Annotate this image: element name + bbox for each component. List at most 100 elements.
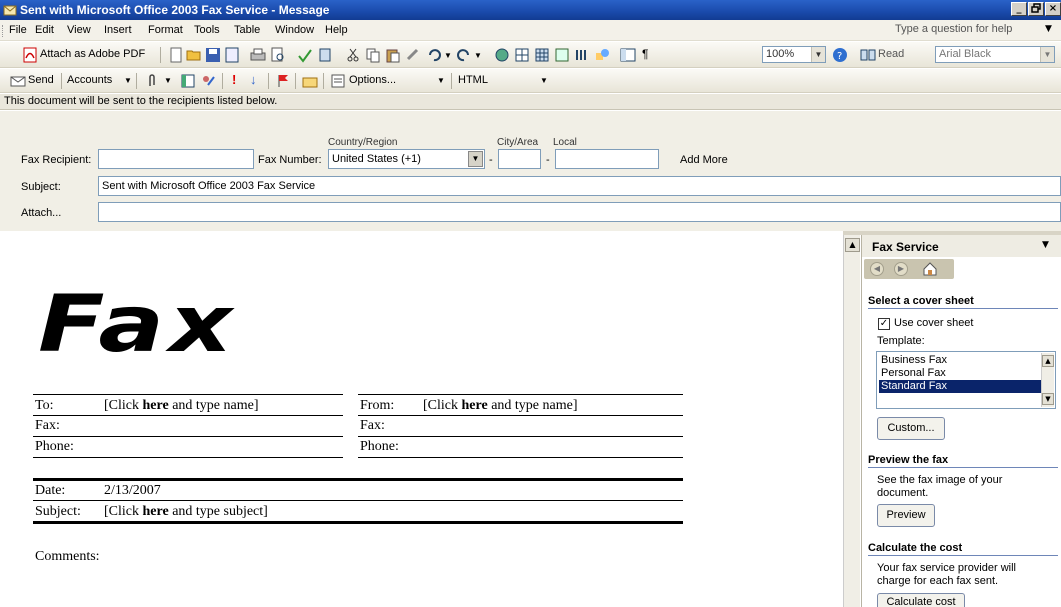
zoom-combo[interactable]: 100% ▼: [762, 46, 826, 63]
format-painter-icon[interactable]: [405, 47, 421, 63]
attach-as-pdf-button[interactable]: Attach as Adobe PDF: [40, 48, 145, 60]
columns-icon[interactable]: [574, 47, 590, 63]
standard-toolbar: Attach as Adobe PDF ▼ ▼ ¶ 100% ▼ ? Read A…: [0, 42, 1061, 68]
paste-icon[interactable]: [385, 47, 401, 63]
preview-description-2: document.: [877, 487, 929, 499]
template-listbox[interactable]: Business Fax Personal Fax Standard Fax ▲…: [876, 351, 1056, 409]
preview-description: See the fax image of your: [877, 474, 1003, 486]
low-importance-icon[interactable]: ↓: [250, 72, 257, 87]
country-select[interactable]: United States (+1) ▼: [328, 149, 485, 169]
document-scrollbar[interactable]: ▲: [843, 235, 860, 607]
format-dropdown-icon[interactable]: ▼: [540, 76, 548, 85]
cut-icon[interactable]: [345, 47, 361, 63]
accounts-button[interactable]: Accounts: [67, 74, 112, 86]
new-document-icon[interactable]: [168, 47, 184, 63]
check-names-icon[interactable]: [200, 73, 216, 89]
attach-dropdown-icon[interactable]: ▼: [164, 76, 172, 85]
to-field[interactable]: [Click here and type name]: [104, 398, 258, 414]
local-number-input[interactable]: [555, 149, 659, 169]
options-icon[interactable]: [330, 73, 346, 89]
menu-table[interactable]: Table: [234, 24, 260, 36]
spelling-icon[interactable]: [297, 47, 313, 63]
scroll-up-arrow-icon[interactable]: ▲: [845, 238, 860, 252]
paperclip-icon[interactable]: [144, 73, 160, 89]
send-envelope-icon[interactable]: [10, 73, 26, 89]
date-value[interactable]: 2/13/2007: [104, 483, 161, 499]
research-icon[interactable]: [318, 47, 334, 63]
help-search-box[interactable]: Type a question for help: [895, 23, 1045, 38]
scroll-down-arrow-icon[interactable]: ▼: [1042, 393, 1054, 405]
tables-borders-icon[interactable]: [514, 47, 530, 63]
menu-insert[interactable]: Insert: [104, 24, 132, 36]
redo-icon[interactable]: [456, 47, 472, 63]
menu-help[interactable]: Help: [325, 24, 348, 36]
menu-window[interactable]: Window: [275, 24, 314, 36]
menu-edit[interactable]: Edit: [35, 24, 54, 36]
high-importance-icon[interactable]: !: [232, 72, 236, 87]
drawing-icon[interactable]: [594, 47, 610, 63]
chevron-down-icon[interactable]: ▼: [468, 151, 483, 167]
subject-field[interactable]: [Click here and type subject]: [104, 504, 268, 520]
permission-icon[interactable]: [224, 47, 240, 63]
city-area-input[interactable]: [498, 149, 541, 169]
fax-recipient-input[interactable]: [98, 149, 254, 169]
follow-up-flag-icon[interactable]: [275, 73, 291, 89]
menubar-grip[interactable]: [2, 25, 4, 37]
menu-file[interactable]: File: [9, 24, 27, 36]
options-button[interactable]: Options...: [349, 74, 396, 86]
show-hide-marks-icon[interactable]: ¶: [642, 47, 648, 61]
template-option[interactable]: Business Fax: [879, 354, 1044, 367]
help-dropdown-icon[interactable]: ▼: [1045, 24, 1052, 34]
print-preview-icon[interactable]: [270, 47, 286, 63]
help-icon[interactable]: ?: [832, 47, 848, 63]
font-combo[interactable]: Arial Black ▼: [935, 46, 1055, 63]
menu-format[interactable]: Format: [148, 24, 183, 36]
subject-input[interactable]: Sent with Microsoft Office 2003 Fax Serv…: [98, 176, 1061, 196]
redo-dropdown-icon[interactable]: ▼: [474, 51, 482, 60]
save-icon[interactable]: [205, 47, 221, 63]
accounts-dropdown-icon[interactable]: ▼: [124, 76, 132, 85]
outlook-envelope-icon: [3, 5, 17, 16]
read-icon[interactable]: [860, 47, 876, 63]
close-button[interactable]: ×: [1045, 2, 1061, 16]
rule: [33, 394, 343, 395]
calculate-cost-button[interactable]: Calculate cost: [877, 593, 965, 607]
preview-button[interactable]: Preview: [877, 504, 935, 527]
options-dropdown-icon[interactable]: ▼: [437, 76, 445, 85]
from-field[interactable]: [Click here and type name]: [423, 398, 577, 414]
menu-tools[interactable]: Tools: [194, 24, 220, 36]
hyperlink-icon[interactable]: [494, 47, 510, 63]
message-format-select[interactable]: HTML: [458, 74, 488, 86]
minimize-button[interactable]: _: [1011, 2, 1027, 16]
undo-dropdown-icon[interactable]: ▼: [444, 51, 452, 60]
home-icon[interactable]: [922, 261, 938, 277]
template-option-selected[interactable]: Standard Fax: [879, 380, 1044, 393]
custom-button[interactable]: Custom...: [877, 417, 945, 440]
scroll-up-arrow-icon[interactable]: ▲: [1042, 355, 1054, 367]
menu-view[interactable]: View: [67, 24, 91, 36]
read-button[interactable]: Read: [878, 48, 904, 60]
forward-arrow-icon[interactable]: ▶: [894, 262, 908, 276]
print-icon[interactable]: [250, 47, 266, 63]
document-map-icon[interactable]: [620, 47, 636, 63]
undo-icon[interactable]: [426, 47, 442, 63]
task-pane-menu-icon[interactable]: ▼: [1042, 240, 1049, 250]
back-arrow-icon[interactable]: ◀: [870, 262, 884, 276]
attach-button[interactable]: Attach...: [21, 207, 61, 219]
permission-envelope-icon[interactable]: [302, 73, 318, 89]
copy-icon[interactable]: [365, 47, 381, 63]
listbox-scrollbar[interactable]: ▲ ▼: [1041, 353, 1054, 407]
from-field-here: here: [461, 398, 488, 413]
insert-table-icon[interactable]: [534, 47, 550, 63]
use-cover-sheet-checkbox[interactable]: ✓: [878, 318, 890, 330]
open-folder-icon[interactable]: [186, 47, 202, 63]
add-more-link[interactable]: Add More: [680, 154, 728, 166]
template-option[interactable]: Personal Fax: [879, 367, 1044, 380]
subject-field-here: here: [142, 504, 169, 519]
restore-button[interactable]: [1028, 2, 1044, 16]
send-button[interactable]: Send: [28, 74, 54, 86]
adobe-pdf-icon[interactable]: [22, 47, 38, 63]
address-book-icon[interactable]: [180, 73, 196, 89]
insert-excel-icon[interactable]: [554, 47, 570, 63]
attach-input[interactable]: [98, 202, 1061, 222]
